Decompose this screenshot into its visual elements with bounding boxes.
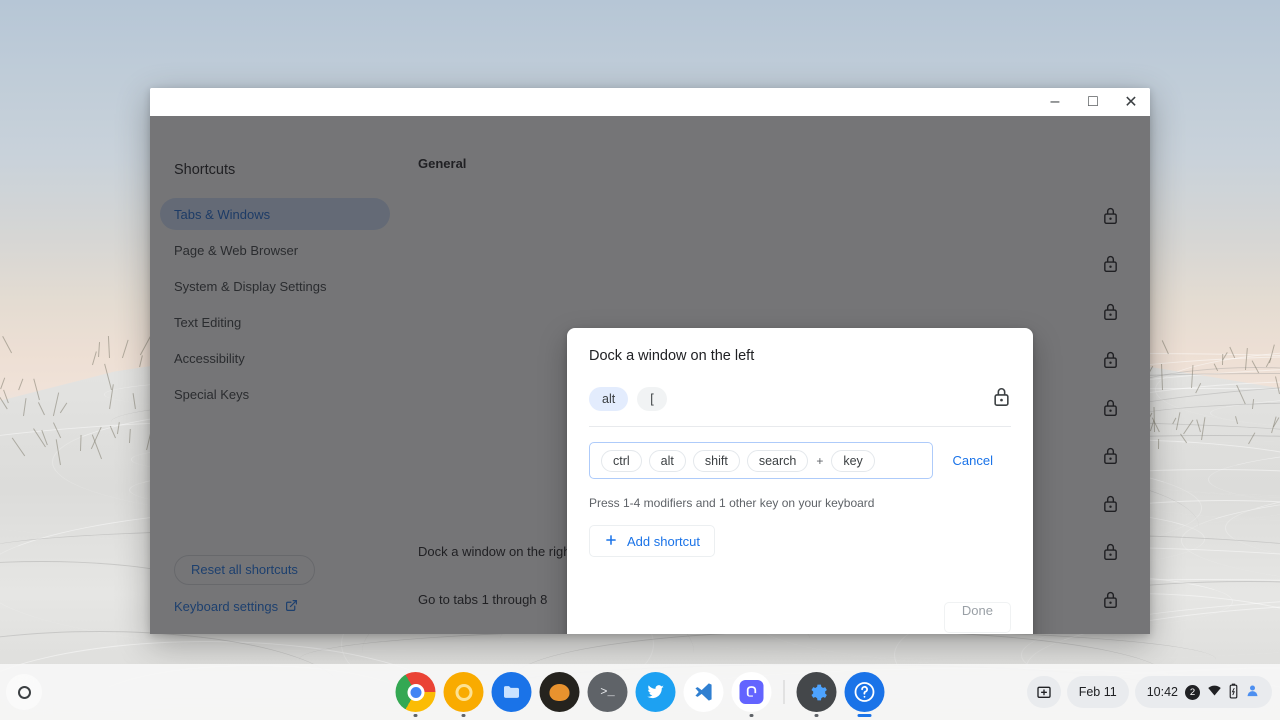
- app-chrome[interactable]: [396, 672, 436, 712]
- status-pod[interactable]: 10:42 2: [1135, 676, 1272, 708]
- launcher-ring: [18, 686, 31, 699]
- desktop: – □ ✕ Shortcuts Tabs & Windows Page & We…: [0, 0, 1280, 720]
- shortcuts-app-window: – □ ✕ Shortcuts Tabs & Windows Page & We…: [150, 88, 1150, 634]
- screen-capture-icon[interactable]: [1027, 676, 1061, 708]
- done-label: Done: [962, 603, 993, 618]
- shortcut-edit-row: ctrlalt shift search + key Cancel: [589, 442, 1011, 479]
- maximize-icon[interactable]: □: [1074, 88, 1112, 116]
- input-key-chip: ctrl: [601, 450, 642, 472]
- shelf: >_: [0, 664, 1280, 720]
- plus-separator: +: [815, 454, 824, 468]
- app-terminal[interactable]: >_: [588, 672, 628, 712]
- close-icon[interactable]: ✕: [1112, 88, 1150, 116]
- done-button[interactable]: Done: [944, 602, 1011, 633]
- app-mastodon[interactable]: [732, 672, 772, 712]
- launcher-circle-icon[interactable]: [6, 674, 42, 710]
- app-files[interactable]: [492, 672, 532, 712]
- minimize-icon[interactable]: –: [1036, 88, 1074, 116]
- app-settings[interactable]: [797, 672, 837, 712]
- window-titlebar[interactable]: – □ ✕: [150, 88, 1150, 116]
- app-vscode[interactable]: [684, 672, 724, 712]
- running-indicator: [815, 714, 819, 717]
- input-hint-text: Press 1-4 modifiers and 1 other key on y…: [589, 496, 1011, 510]
- shortcut-modifier-chip: alt: [589, 387, 628, 411]
- wifi-icon: [1207, 683, 1222, 701]
- add-shortcut-button[interactable]: Add shortcut: [589, 525, 715, 557]
- date-pod[interactable]: Feb 11: [1067, 676, 1129, 708]
- input-key-chip: search: [747, 450, 809, 472]
- app-gimp[interactable]: [540, 672, 580, 712]
- app-twitter[interactable]: [636, 672, 676, 712]
- app-help[interactable]: [845, 672, 885, 712]
- input-key-chip: key: [831, 450, 874, 472]
- notification-badge: 2: [1185, 685, 1200, 700]
- shelf-divider: [784, 680, 785, 704]
- shortcut-key-chip: [: [637, 387, 666, 411]
- plus-icon: [604, 533, 618, 550]
- active-indicator: [858, 714, 872, 717]
- add-shortcut-label: Add shortcut: [627, 534, 700, 549]
- cancel-button[interactable]: Cancel: [935, 442, 1011, 479]
- app-chrome-canary[interactable]: [444, 672, 484, 712]
- existing-shortcut-keys: alt [: [589, 387, 992, 411]
- avatar-icon[interactable]: [1245, 683, 1260, 701]
- battery-icon: [1229, 683, 1238, 702]
- input-key-chip: alt: [649, 450, 686, 472]
- running-indicator: [750, 714, 754, 717]
- shortcut-key-input[interactable]: ctrlalt shift search + key: [589, 442, 933, 479]
- dialog-divider: [589, 426, 1011, 427]
- running-indicator: [414, 714, 418, 717]
- existing-shortcut-row: alt [: [589, 372, 1011, 426]
- input-key-chip: shift: [693, 450, 740, 472]
- system-tray: Feb 11 10:42 2: [1027, 676, 1272, 708]
- lock-icon[interactable]: [992, 386, 1011, 412]
- edit-shortcut-dialog: Dock a window on the left alt [: [567, 328, 1033, 634]
- app-body: Shortcuts Tabs & Windows Page & Web Brow…: [150, 116, 1150, 634]
- tray-date: Feb 11: [1079, 685, 1117, 699]
- dialog-title: Dock a window on the left: [589, 328, 1011, 364]
- shelf-app-list: >_: [396, 672, 885, 712]
- cancel-label: Cancel: [953, 453, 993, 468]
- running-indicator: [462, 714, 466, 717]
- tray-time: 10:42: [1147, 685, 1178, 699]
